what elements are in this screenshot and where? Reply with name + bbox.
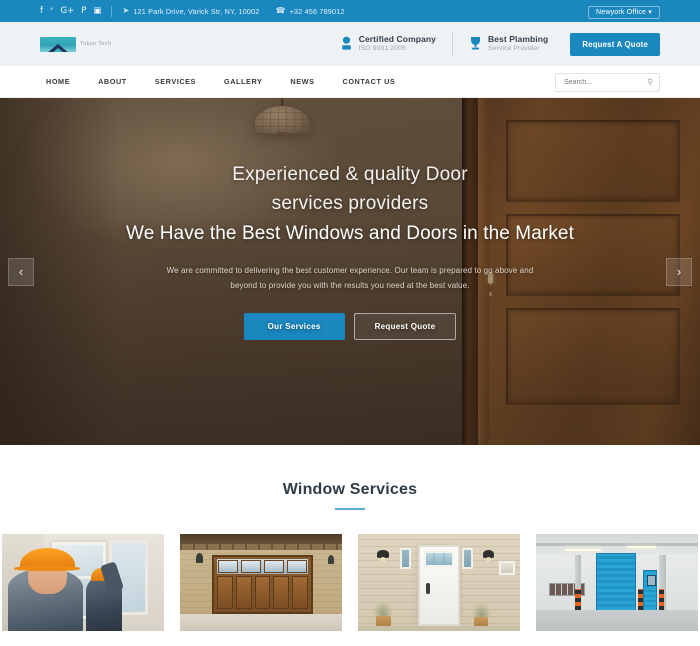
trophy-icon bbox=[469, 36, 482, 53]
section-title: Window Services bbox=[282, 481, 418, 498]
slider-prev-arrow-icon[interactable]: ‹ bbox=[8, 257, 34, 286]
nav-item-gallery[interactable]: GALLERY bbox=[210, 77, 276, 86]
phone-item[interactable]: ☎ +32 456 789012 bbox=[275, 7, 344, 16]
logo-mark-icon bbox=[40, 36, 76, 52]
window-installation-photo bbox=[2, 534, 164, 631]
service-card-label: Roller shutter bbox=[536, 631, 698, 646]
service-card-label: Garage Doors bbox=[180, 631, 342, 646]
service-card[interactable]: Roller shutter bbox=[536, 534, 698, 646]
service-card-label: Door Windows Installation bbox=[2, 631, 164, 646]
roller-shutter-photo bbox=[536, 534, 698, 631]
office-selector[interactable]: Newyork Office ▾ bbox=[588, 5, 660, 19]
google-plus-icon[interactable]: G+ bbox=[61, 7, 75, 16]
hero-paragraph: We are committed to delivering the best … bbox=[166, 266, 534, 291]
service-card[interactable]: Garage Doors bbox=[180, 534, 342, 646]
header-right: Certified Company ISO 9001:2005 Best Pla… bbox=[340, 32, 660, 56]
service-cards: Door Windows Installation Garage Doors bbox=[0, 534, 700, 646]
main-navigation: HOME ABOUT SERVICES GALLERY NEWS CONTACT… bbox=[0, 66, 700, 98]
hero-heading-line3: We Have the Best Windows and Doors in th… bbox=[126, 222, 574, 244]
best-plumbing-text: Best Plambing Service Provider bbox=[488, 34, 548, 54]
request-quote-button[interactable]: Request Quote bbox=[353, 312, 457, 340]
address-item: ➤ 121 Park Drive, Varick Str, NY, 10002 bbox=[122, 7, 259, 16]
entrance-door-photo bbox=[358, 534, 520, 631]
search-container: ⚲ bbox=[555, 71, 660, 92]
site-header: Tokyo Tech Certified Company ISO 9001:20… bbox=[0, 22, 700, 66]
our-services-button[interactable]: Our Services bbox=[243, 312, 345, 340]
certified-company-text: Certified Company ISO 9001:2005 bbox=[359, 34, 436, 54]
nav-item-home[interactable]: HOME bbox=[46, 77, 84, 86]
header-inner: Tokyo Tech Certified Company ISO 9001:20… bbox=[40, 22, 660, 66]
hero-content: Experienced & quality Door services prov… bbox=[0, 160, 700, 340]
top-bar: f ᵛ G+ P ▣ ➤ 121 Park Drive, Varick Str,… bbox=[0, 0, 700, 22]
hero-heading-line2: services providers bbox=[271, 193, 429, 215]
top-bar-right: Newyork Office ▾ bbox=[588, 5, 660, 19]
certified-company-subtitle: ISO 9001:2005 bbox=[358, 45, 406, 53]
certified-company-info: Certified Company ISO 9001:2005 bbox=[340, 34, 436, 54]
header-divider bbox=[451, 32, 453, 56]
top-bar-divider bbox=[111, 5, 113, 17]
slider-next-arrow-icon[interactable]: › bbox=[666, 257, 692, 286]
facebook-icon[interactable]: f bbox=[40, 7, 43, 16]
logo-text: Tokyo Tech bbox=[80, 41, 112, 47]
badge-icon bbox=[340, 36, 353, 53]
best-plumbing-subtitle: Service Provider bbox=[487, 45, 540, 53]
hero-heading-line1: Experienced & quality Door bbox=[232, 164, 468, 185]
pinterest-icon[interactable]: P bbox=[81, 7, 86, 16]
best-plumbing-title: Best Plambing bbox=[487, 34, 549, 45]
nav-item-services[interactable]: SERVICES bbox=[141, 77, 210, 86]
service-card-label: Home Entrance Doors bbox=[358, 631, 520, 646]
section-title-underline bbox=[335, 508, 365, 510]
hero-slider: Experienced & quality Door services prov… bbox=[0, 98, 700, 445]
best-plumbing-info: Best Plambing Service Provider bbox=[469, 34, 548, 54]
window-services-section: Window Services Door Windows Installatio… bbox=[0, 445, 700, 646]
site-logo[interactable]: Tokyo Tech bbox=[40, 36, 112, 52]
phone-text: +32 456 789012 bbox=[289, 6, 345, 16]
service-card[interactable]: Door Windows Installation bbox=[2, 534, 164, 646]
phone-icon: ☎ bbox=[275, 6, 286, 15]
social-links: f ᵛ G+ P ▣ bbox=[40, 7, 101, 16]
nav-inner: HOME ABOUT SERVICES GALLERY NEWS CONTACT… bbox=[40, 66, 660, 97]
request-a-quote-button[interactable]: Request A Quote bbox=[570, 32, 660, 56]
location-icon: ➤ bbox=[122, 6, 130, 15]
top-bar-inner: f ᵛ G+ P ▣ ➤ 121 Park Drive, Varick Str,… bbox=[40, 0, 660, 22]
nav-item-news[interactable]: NEWS bbox=[276, 77, 328, 86]
nav-item-about[interactable]: ABOUT bbox=[84, 77, 141, 86]
instagram-icon[interactable]: ▣ bbox=[93, 7, 101, 16]
search-input[interactable] bbox=[555, 73, 660, 92]
certified-company-title: Certified Company bbox=[358, 34, 436, 45]
nav-items: HOME ABOUT SERVICES GALLERY NEWS CONTACT… bbox=[46, 77, 409, 86]
garage-door-photo bbox=[180, 534, 342, 631]
address-text: 121 Park Drive, Varick Str, NY, 10002 bbox=[133, 6, 260, 16]
twitter-icon[interactable]: ᵛ bbox=[50, 7, 54, 16]
service-card[interactable]: Home Entrance Doors bbox=[358, 534, 520, 646]
nav-item-contact-us[interactable]: CONTACT US bbox=[329, 77, 410, 86]
hero-buttons: Our Services Request Quote bbox=[0, 312, 700, 340]
